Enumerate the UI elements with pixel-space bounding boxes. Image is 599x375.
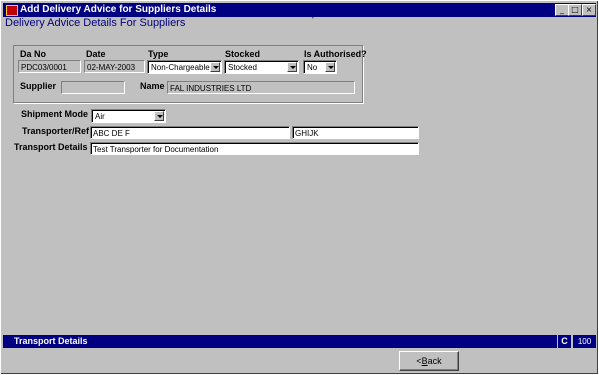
chevron-down-icon[interactable] (210, 62, 220, 72)
date-field[interactable]: 02-MAY-2003 (84, 60, 145, 73)
header-mark: ' (312, 15, 314, 25)
stocked-dropdown[interactable]: Stocked (224, 60, 299, 74)
chevron-down-icon[interactable] (154, 111, 164, 121)
form-header: Delivery Advice Details For Suppliers ' (3, 15, 596, 31)
status-bar: Transport Details C 100 (3, 335, 596, 348)
shipment-mode-dropdown[interactable]: Air (91, 109, 166, 123)
transport-details-label: Transport Details (14, 142, 88, 152)
supplier-label: Supplier (20, 81, 57, 91)
maximize-button[interactable]: □ (568, 4, 582, 16)
authorised-label: Is Authorised? (304, 49, 367, 59)
transport-details-input[interactable]: Test Transporter for Documentation (90, 142, 419, 155)
transporter-ref-label: Transporter/Ref (22, 126, 90, 136)
chevron-down-icon[interactable] (325, 62, 335, 72)
ref-input[interactable]: GHIJK (292, 126, 419, 139)
close-button[interactable]: × (582, 4, 596, 16)
type-label: Type (148, 49, 169, 59)
authorised-value: No (307, 63, 318, 72)
window-title: Add Delivery Advice for Suppliers Detail… (20, 4, 217, 15)
name-field[interactable]: FAL INDUSTRIES LTD (167, 81, 355, 94)
chevron-down-icon[interactable] (287, 62, 297, 72)
stocked-label: Stocked (225, 49, 261, 59)
status-text-panel: Transport Details (3, 335, 557, 348)
supplier-field[interactable] (61, 81, 125, 94)
back-button[interactable]: <Back (399, 351, 459, 371)
date-label: Date (86, 49, 106, 59)
page-title: Delivery Advice Details For Suppliers (5, 17, 186, 29)
title-bar: Add Delivery Advice for Suppliers Detail… (3, 3, 596, 17)
type-dropdown[interactable]: Non-Chargeable (147, 60, 222, 74)
status-value: 100 (573, 335, 596, 348)
status-mode: C (558, 335, 571, 348)
shipment-mode-label: Shipment Mode (21, 109, 88, 119)
stocked-value: Stocked (228, 63, 257, 72)
main-window: Add Delivery Advice for Suppliers Detail… (0, 0, 599, 375)
type-value: Non-Chargeable (151, 63, 210, 72)
minimize-button[interactable]: _ (555, 4, 569, 16)
name-label: Name (140, 81, 165, 91)
da-no-field[interactable]: PDC03/0001 (18, 60, 81, 73)
status-text: Transport Details (14, 336, 88, 346)
app-icon (6, 5, 18, 16)
da-no-label: Da No (20, 49, 47, 59)
shipment-mode-value: Air (95, 112, 105, 121)
authorised-dropdown[interactable]: No (303, 60, 337, 74)
transporter-input[interactable]: ABC DE F (90, 126, 290, 139)
back-button-label: Back (421, 356, 442, 366)
